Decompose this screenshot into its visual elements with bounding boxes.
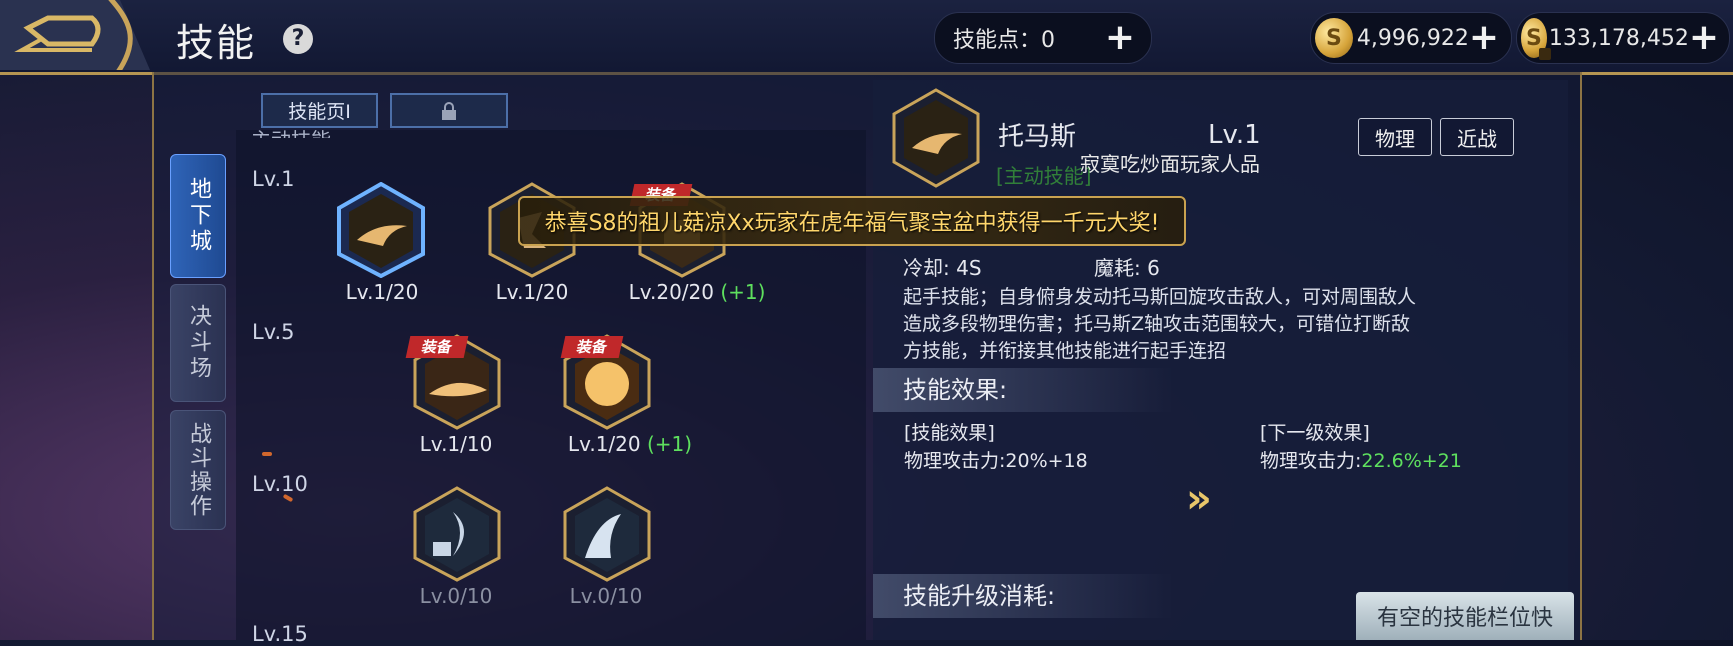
- tab-arena-label: 决斗场: [186, 304, 211, 382]
- skill-icon-thomas[interactable]: [337, 182, 425, 278]
- gold-pill: S 4,996,922 +: [1310, 12, 1512, 64]
- bound-gold-amount: 133,178,452: [1548, 25, 1689, 51]
- ember-decoration: [262, 452, 272, 456]
- bound-gold-coin-icon: S: [1521, 18, 1551, 60]
- skill-level-value: Lv.0/10: [419, 584, 493, 608]
- page-title: 技能: [176, 21, 257, 65]
- tag-physical[interactable]: 物理: [1358, 118, 1432, 156]
- tab-battle-controls[interactable]: 战斗操作: [170, 410, 226, 530]
- cooldown-stat: 冷却: 4S: [903, 256, 982, 280]
- tab-dungeon[interactable]: 地下城: [170, 154, 226, 278]
- skill-page-locked-button[interactable]: [390, 93, 508, 128]
- skill-icon-graphic: [413, 486, 501, 582]
- level-label: Lv.5: [252, 320, 295, 344]
- skill-icon-6[interactable]: [413, 486, 501, 582]
- skill-page-1-button[interactable]: 技能页Ⅰ: [261, 93, 378, 128]
- gold-amount: 4,996,922: [1356, 25, 1469, 51]
- skill-level-text: Lv.0/10: [506, 584, 706, 608]
- skill-icon-graphic: [563, 486, 651, 582]
- skill-level-value: Lv.0/10: [569, 584, 643, 608]
- thomas-skill-icon: [337, 182, 425, 278]
- next-effect-text: 物理攻击力:22.6%+21: [1260, 446, 1462, 473]
- skill-level-value: Lv.1/20: [567, 432, 641, 456]
- skill-name: 托马斯: [998, 122, 1077, 152]
- bound-gold-pill: S 133,178,452 +: [1516, 12, 1730, 64]
- gold-coin-icon: S: [1315, 18, 1353, 58]
- section-title: 主动技能: [251, 124, 331, 138]
- next-effect-value: 22.6%+21: [1361, 450, 1462, 472]
- skill-level-text: Lv.1/10: [356, 432, 556, 456]
- level-label: Lv.15: [252, 622, 308, 646]
- skill-level-value: Lv.1/20: [345, 280, 419, 304]
- skill-level-value: Lv.1/10: [419, 432, 493, 456]
- add-gold-icon[interactable]: +: [1469, 20, 1499, 56]
- current-effect-value: 物理攻击力:20%+18: [904, 450, 1088, 472]
- help-icon[interactable]: ?: [283, 24, 313, 54]
- skill-description: 起手技能；自身俯身发动托马斯回旋攻击敌人，可对周围敌人造成多段物理伤害；托马斯Z…: [903, 286, 1417, 362]
- skill-bonus: (+1): [646, 432, 693, 456]
- skill-level-value: Lv.20/20: [628, 280, 714, 304]
- back-arrow-icon: [0, 0, 150, 74]
- top-bar: 技能 ? 技能点：0 + S 4,996,922 + S 133,178,452…: [0, 0, 1733, 75]
- player-note: 寂寞吃炒面玩家人品: [1080, 152, 1260, 176]
- skill-type: [主动技能]: [996, 164, 1092, 188]
- skill-points-label: 技能点：0: [953, 28, 1055, 53]
- skill-page-1-label: 技能页Ⅰ: [288, 101, 351, 123]
- next-effect-label: [下一级效果]: [1260, 422, 1370, 444]
- skill-level-value: Lv.1/20: [495, 280, 569, 304]
- empty-slot-hint-button[interactable]: 有空的技能栏位快: [1356, 592, 1574, 640]
- upgrade-cost-heading: 技能升级消耗:: [873, 574, 1173, 618]
- tab-arena[interactable]: 决斗场: [170, 284, 226, 402]
- equipped-badge: 装备: [405, 336, 469, 358]
- level-label: Lv.10: [252, 472, 308, 496]
- selected-skill-icon: [892, 88, 980, 192]
- effect-heading: 技能效果:: [873, 368, 1173, 412]
- level-label: Lv.1: [252, 167, 295, 191]
- current-effect-label: [技能效果]: [904, 422, 995, 444]
- add-skill-points-icon[interactable]: +: [1105, 20, 1135, 56]
- announcement-banner: 恭喜S8的祖儿菇凉Xx玩家在虎年福气聚宝盆中获得一千元大奖!: [518, 196, 1186, 246]
- skill-icon-7[interactable]: [563, 486, 651, 582]
- back-button[interactable]: [0, 0, 150, 74]
- thomas-skill-icon: [892, 88, 980, 188]
- lock-mini-icon: [1538, 48, 1551, 60]
- skill-level: Lv.1: [1208, 120, 1261, 150]
- mp-cost-stat: 魔耗: 6: [1094, 256, 1160, 280]
- next-effect-prefix: 物理攻击力:: [1260, 450, 1362, 472]
- lock-icon: [442, 101, 456, 120]
- equipped-badge: 装备: [560, 336, 624, 358]
- tab-battle-controls-label: 战斗操作: [186, 422, 211, 518]
- skill-bonus: (+1): [720, 280, 766, 304]
- tab-dungeon-label: 地下城: [186, 177, 211, 255]
- add-bound-gold-icon[interactable]: +: [1689, 20, 1719, 56]
- skill-points-pill: 技能点：0 +: [934, 12, 1152, 64]
- double-chevron-right-icon: »: [1186, 476, 1212, 522]
- skill-level-text: Lv.1/20 (+1): [530, 432, 730, 456]
- tag-melee[interactable]: 近战: [1440, 118, 1514, 156]
- skill-level-text: Lv.20/20 (+1): [597, 280, 797, 304]
